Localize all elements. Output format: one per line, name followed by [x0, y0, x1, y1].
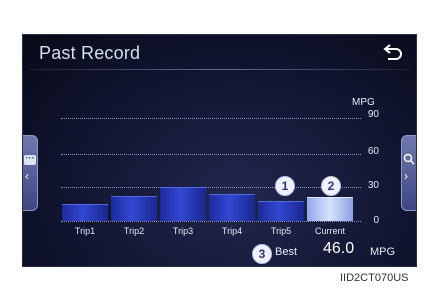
gridline-30	[61, 187, 361, 188]
y-tick-60: 60	[367, 146, 379, 157]
best-label: Best	[275, 246, 298, 258]
gridline-60	[61, 154, 361, 155]
screen-title: Past Record	[39, 43, 141, 63]
bar-trip5	[258, 201, 304, 221]
y-tick-90: 90	[367, 109, 379, 120]
x-label-trip2: Trip2	[123, 226, 145, 236]
bar-trip4	[209, 194, 255, 221]
chevron-right-icon: ›	[404, 169, 408, 183]
y-tick-30: 30	[367, 180, 379, 191]
zoom-icon[interactable]	[403, 153, 415, 165]
x-label-trip4: Trip4	[221, 226, 243, 236]
gridline-0	[61, 221, 361, 222]
past-record-screen: Past Record ‹ ··· › MPG 90 60 30 0 Trip1…	[22, 34, 417, 267]
image-id: IID2CT070US	[340, 272, 409, 284]
callout-1: 1	[275, 176, 295, 196]
previous-page-button[interactable]: ‹	[23, 135, 38, 211]
best-value: 46.0	[323, 240, 355, 257]
page-frame: Past Record ‹ ··· › MPG 90 60 30 0 Trip1…	[0, 0, 426, 291]
x-label-trip1: Trip1	[74, 226, 96, 236]
back-icon	[383, 44, 402, 60]
y-axis-unit: MPG	[352, 97, 375, 108]
y-tick-0: 0	[373, 215, 379, 226]
gridline-90	[61, 118, 361, 119]
bar-current	[307, 197, 353, 221]
next-page-button[interactable]: ›	[401, 135, 416, 211]
bar-trip2	[111, 196, 157, 221]
menu-icon[interactable]: ···	[24, 154, 36, 165]
x-label-current: Current	[314, 226, 345, 236]
title-divider	[29, 69, 410, 70]
best-unit: MPG	[370, 246, 396, 258]
x-label-trip3: Trip3	[172, 226, 194, 236]
callout-3: 3	[252, 244, 272, 264]
chevron-left-icon: ‹	[25, 169, 29, 183]
bar-trip1	[62, 204, 108, 221]
callout-2: 2	[321, 176, 341, 196]
back-button[interactable]	[378, 39, 408, 67]
bar-trip3	[160, 187, 206, 221]
x-label-trip5: Trip5	[270, 226, 292, 236]
